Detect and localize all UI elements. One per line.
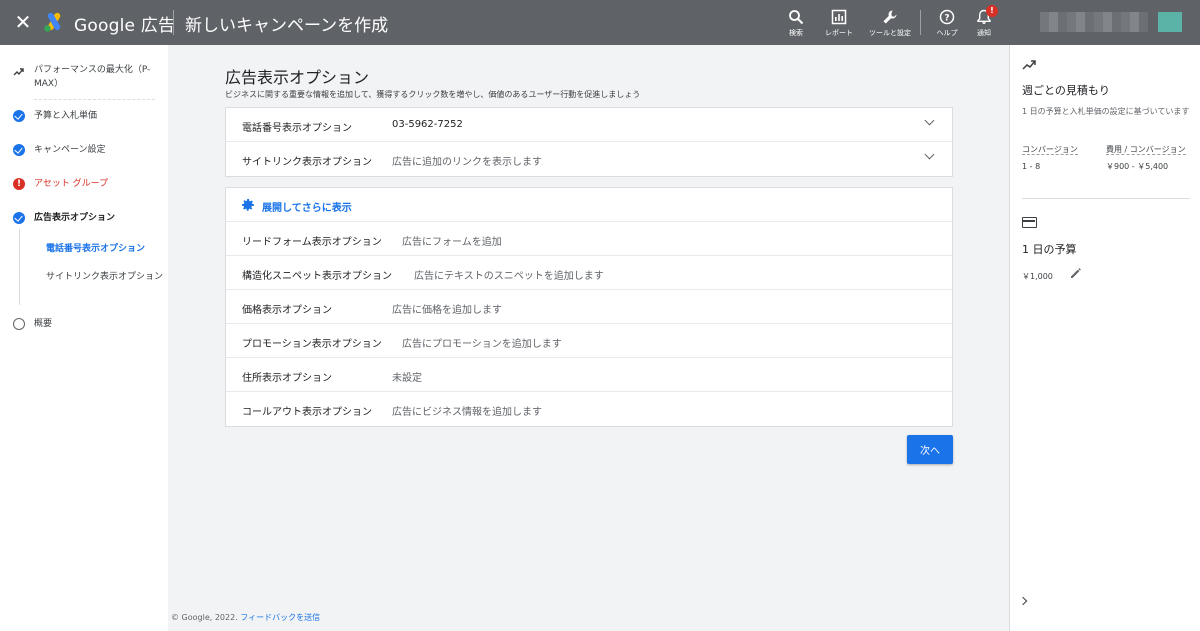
extension-row-location[interactable]: 住所表示オプション 未設定 — [226, 358, 952, 392]
next-button[interactable]: 次へ — [907, 435, 953, 464]
daily-budget-title: 1 日の予算 — [1022, 243, 1077, 256]
more-extensions-card: 展開してさらに表示 リードフォーム表示オプション 広告にフォームを追加 構造化ス… — [225, 187, 953, 427]
title-divider — [173, 10, 174, 35]
extension-row-price[interactable]: 価格表示オプション 広告に価格を追加します — [226, 290, 952, 324]
report-icon — [817, 7, 861, 27]
extension-label: コールアウト表示オプション — [242, 407, 372, 418]
trend-icon — [13, 66, 25, 78]
search-label: 検索 — [789, 29, 803, 37]
tools-button[interactable]: ツールと設定 — [868, 7, 912, 38]
section-subtitle: ビジネスに関する重要な情報を追加して、獲得するクリック数を増やし、価値のあるユー… — [225, 90, 641, 99]
toolbar-divider — [920, 10, 921, 35]
daily-budget-value: ￥1,000 — [1022, 272, 1053, 281]
extension-label: 住所表示オプション — [242, 373, 332, 384]
left-navigation: パフォーマンスの最大化（P-MAX） 予算と入札単価 キャンペーン設定 ! アセ… — [0, 45, 168, 631]
close-icon[interactable]: ✕ — [14, 12, 32, 32]
google-ads-logo — [44, 12, 61, 32]
svg-text:?: ? — [944, 14, 949, 24]
wrench-icon — [868, 7, 912, 27]
credit-card-icon — [1022, 217, 1037, 228]
report-button[interactable]: レポート — [817, 7, 861, 38]
gear-icon — [240, 197, 256, 213]
nav-sub-line — [19, 229, 20, 305]
copyright-text: © Google, 2022. — [171, 613, 238, 622]
extension-row-sitelink[interactable]: サイトリンク表示オプション 広告に追加のリンクを表示します — [226, 142, 952, 176]
pencil-icon[interactable] — [1070, 267, 1082, 282]
check-circle-icon — [13, 110, 25, 122]
section-title: 広告表示オプション — [225, 68, 370, 87]
extension-value: 広告に価格を追加します — [392, 305, 502, 316]
chevron-down-icon[interactable] — [924, 151, 934, 161]
brand-name: Google 広告 — [74, 16, 176, 36]
chevron-down-icon[interactable] — [924, 117, 934, 127]
error-icon: ! — [13, 178, 25, 190]
extension-label: 電話番号表示オプション — [242, 123, 352, 134]
nav-item-label: 予算と入札単価 — [34, 111, 98, 121]
notification-button[interactable]: 通知 — [962, 7, 1006, 38]
page-title: 新しいキャンペーンを作成 — [185, 16, 389, 36]
nav-subitem-sitelink[interactable]: サイトリンク表示オプション — [46, 271, 164, 284]
extension-label: サイトリンク表示オプション — [242, 157, 372, 168]
account-info-blurred[interactable] — [1040, 12, 1148, 32]
extension-value: 広告にプロモーションを追加します — [402, 339, 562, 350]
extension-value: 広告に追加のリンクを表示します — [392, 157, 542, 168]
check-circle-icon — [13, 212, 25, 224]
report-label: レポート — [825, 29, 853, 37]
extension-label: 価格表示オプション — [242, 305, 332, 316]
nav-divider — [34, 99, 155, 100]
empty-circle-icon — [13, 318, 25, 330]
notification-badge: ! — [986, 5, 998, 17]
top-bar: ✕ Google 広告 新しいキャンペーンを作成 検索 レポート ツールと設定 … — [0, 0, 1200, 45]
extension-value: 広告にビジネス情報を追加します — [392, 407, 542, 418]
conversions-label: コンバージョン — [1022, 145, 1078, 155]
search-icon — [774, 7, 818, 27]
cost-per-conversion-label: 費用 / コンバージョン — [1106, 145, 1186, 155]
avatar[interactable] — [1158, 12, 1182, 32]
trending-up-icon — [1022, 59, 1036, 74]
weekly-estimate-title: 週ごとの見積もり — [1022, 84, 1110, 97]
notification-label: 通知 — [977, 29, 991, 37]
extension-label: リードフォーム表示オプション — [242, 237, 382, 248]
extension-value: 広告にフォームを追加 — [402, 237, 502, 248]
nav-item-label: パフォーマンスの最大化（P-MAX） — [34, 65, 151, 89]
extension-row-leadform[interactable]: リードフォーム表示オプション 広告にフォームを追加 — [226, 222, 952, 256]
nav-item-label: キャンペーン設定 — [34, 145, 106, 155]
check-circle-icon — [13, 144, 25, 156]
nav-item-label: 広告表示オプション — [34, 213, 116, 223]
weekly-estimate-desc: 1 日の予算と入札単価の設定に基づいています — [1022, 107, 1190, 116]
extension-value: 広告にテキストのスニペットを追加します — [414, 271, 604, 282]
nav-item-label: 概要 — [34, 319, 53, 329]
extension-row-promotion[interactable]: プロモーション表示オプション 広告にプロモーションを追加します — [226, 324, 952, 358]
extension-label: プロモーション表示オプション — [242, 339, 382, 350]
expand-more-button[interactable]: 展開してさらに表示 — [226, 188, 952, 222]
conversions-stat: コンバージョン 1 - 8 — [1022, 144, 1102, 172]
extension-row-snippet[interactable]: 構造化スニペット表示オプション 広告にテキストのスニペットを追加します — [226, 256, 952, 290]
footer: © Google, 2022. フィードバックを送信 — [171, 612, 320, 623]
nav-item-label: アセット グループ — [34, 179, 109, 189]
extension-row-phone[interactable]: 電話番号表示オプション 03-5962-7252 — [226, 108, 952, 142]
extension-label: 構造化スニペット表示オプション — [242, 271, 392, 282]
chevron-right-icon[interactable] — [1020, 597, 1030, 607]
extension-value: 未設定 — [392, 373, 422, 384]
panel-divider — [1022, 198, 1190, 199]
cost-per-conversion-value: ￥900 - ￥5,400 — [1106, 162, 1169, 171]
tools-label: ツールと設定 — [869, 29, 911, 37]
expand-more-label: 展開してさらに表示 — [262, 203, 352, 214]
estimate-panel: 週ごとの見積もり 1 日の予算と入札単価の設定に基づいています コンバージョン … — [1009, 45, 1200, 631]
conversions-value: 1 - 8 — [1022, 162, 1041, 171]
nav-subitem-phone[interactable]: 電話番号表示オプション — [46, 243, 164, 256]
cost-per-conversion-stat: 費用 / コンバージョン ￥900 - ￥5,400 — [1106, 144, 1190, 172]
primary-extensions-card: 電話番号表示オプション 03-5962-7252 サイトリンク表示オプション 広… — [225, 107, 953, 177]
bell-icon — [962, 7, 1006, 27]
search-button[interactable]: 検索 — [774, 7, 818, 38]
extension-value: 03-5962-7252 — [392, 119, 463, 130]
extension-row-callout[interactable]: コールアウト表示オプション 広告にビジネス情報を追加します — [226, 392, 952, 426]
feedback-link[interactable]: フィードバックを送信 — [240, 613, 320, 622]
